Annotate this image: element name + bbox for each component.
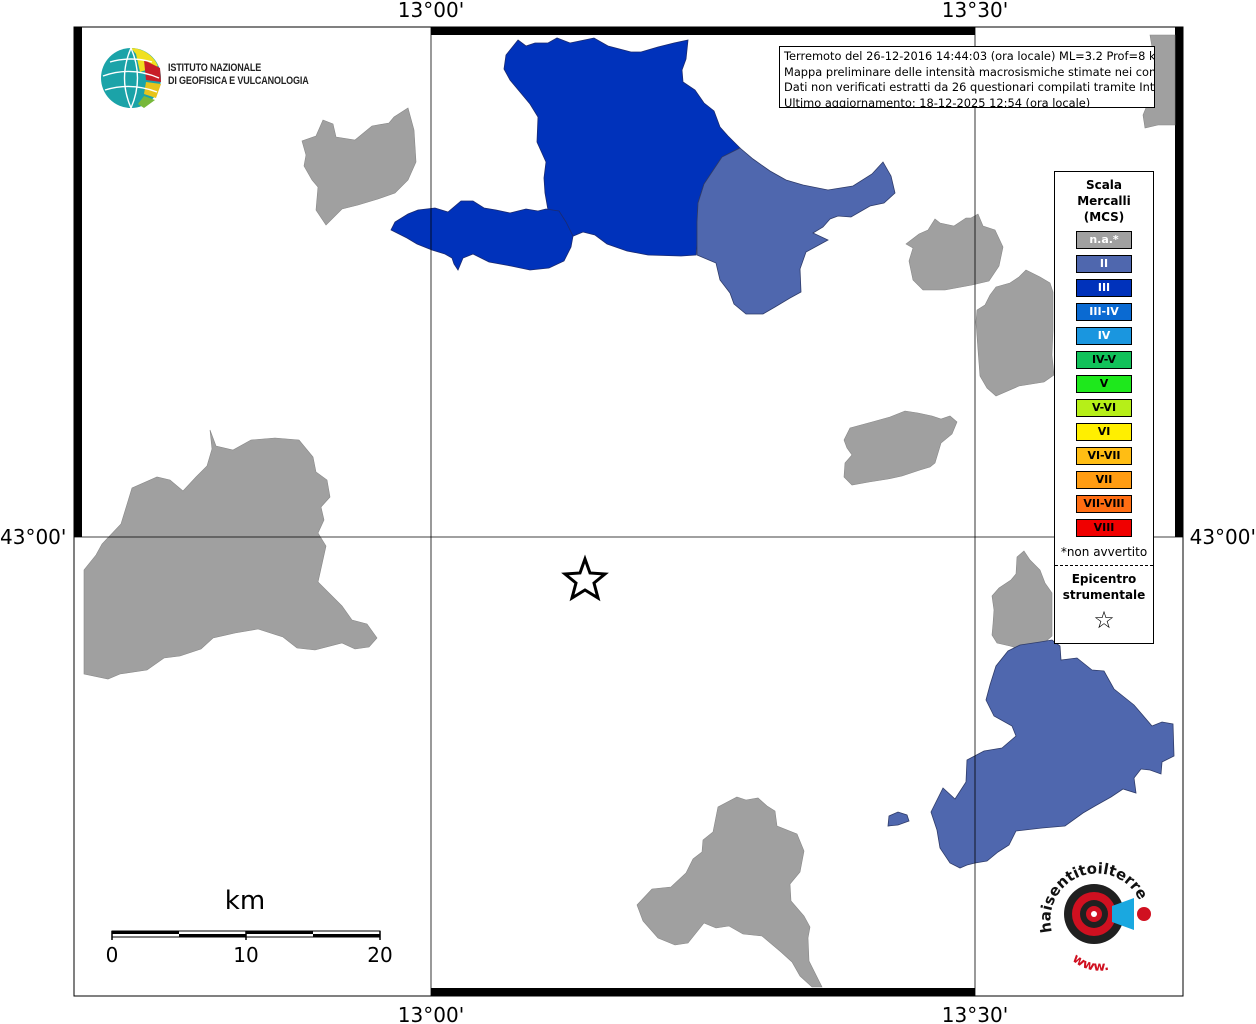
legend-star-icon: ☆ (1093, 606, 1115, 634)
legend-separator (1055, 565, 1153, 566)
legend-item-vii: VII (1076, 471, 1132, 489)
frame-bottom-bar (431, 988, 975, 996)
ingv-name-line1: ISTITUTO NAZIONALE (168, 62, 262, 74)
ingv-name: ISTITUTO NAZIONALE DI GEOFISICA E VULCAN… (168, 62, 309, 88)
haisentito-www: www. (1069, 951, 1110, 975)
legend-item-vi: VI (1076, 423, 1132, 441)
ingv-logo: ISTITUTO NAZIONALE DI GEOFISICA E VULCAN… (100, 46, 330, 110)
event-info-line1: Terremoto del 26-12-2016 14:44:03 (ora l… (784, 49, 1155, 63)
lon-label-top-left: 13°00' (398, 0, 464, 22)
ingv-globe-icon (101, 47, 161, 109)
legend-item-ivv: IV-V (1076, 351, 1132, 369)
legend-item-viiviii: VII-VIII (1076, 495, 1132, 513)
scale-title: km (224, 886, 266, 916)
lat-label-left: 43°00' (0, 525, 66, 549)
frame-right-bar (1175, 27, 1183, 537)
legend-epicenter-label: Epicentro strumentale (1055, 571, 1153, 603)
event-info-line4: Ultimo aggiornamento: 18-12-2025 12:54 (… (784, 95, 1091, 108)
legend-note: *non avvertito (1060, 545, 1148, 559)
legend-title-line1: Scala (1085, 178, 1123, 192)
ingv-name-line2: DI GEOFISICA E VULCANOLOGIA (168, 75, 309, 87)
legend-item-viii: VIII (1076, 519, 1132, 537)
svg-text:www.: www. (1069, 951, 1110, 974)
legend-epicenter-line2: strumentale (1062, 588, 1146, 602)
legend-item-vivii: VI-VII (1076, 447, 1132, 465)
mcs-legend: Scala Mercalli (MCS) n.a.* II III III-IV IV I… (1054, 171, 1154, 644)
legend-item-ii: II (1076, 255, 1132, 273)
legend-item-iv: IV (1076, 327, 1132, 345)
haisentito-logo: haisentitoilterremoto.it www. (1024, 848, 1162, 975)
legend-title-line2: Mercalli (1077, 194, 1131, 208)
legend-item-vvi: V-VI (1076, 399, 1132, 417)
legend-item-iiiiv: III-IV (1076, 303, 1132, 321)
legend-title-line3: (MCS) (1083, 210, 1125, 224)
event-info-box: Terremoto del 26-12-2016 14:44:03 (ora l… (779, 46, 1155, 108)
lon-label-bottom-left: 13°00' (398, 1003, 464, 1024)
legend-items: n.a.* II III III-IV IV IV-V V V-VI VI VI-VII VII VI… (1055, 231, 1153, 537)
haisentito-logo-icon: haisentitoilterremoto.it www. (1024, 848, 1151, 975)
scale-tick-0: 0 (105, 943, 119, 967)
lat-label-right: 43°00' (1190, 525, 1256, 549)
lon-label-top-right: 13°30' (942, 0, 1008, 22)
event-info-line2: Mappa preliminare delle intensità macros… (784, 64, 1155, 79)
legend-epicenter-line1: Epicentro (1071, 572, 1137, 586)
legend-item-v: V (1076, 375, 1132, 393)
scale-tick-20: 20 (367, 943, 393, 967)
legend-title: Scala Mercalli (MCS) (1055, 177, 1153, 225)
lon-label-bottom-right: 13°30' (942, 1003, 1008, 1024)
legend-item-iii: III (1076, 279, 1132, 297)
scale-tick-10: 10 (233, 943, 259, 967)
frame-top-bar (431, 27, 975, 35)
legend-item-na: n.a.* (1076, 231, 1132, 249)
frame-left-bar (74, 27, 82, 537)
event-info-line3: Dati non verificati estratti da 26 quest… (784, 80, 1155, 95)
